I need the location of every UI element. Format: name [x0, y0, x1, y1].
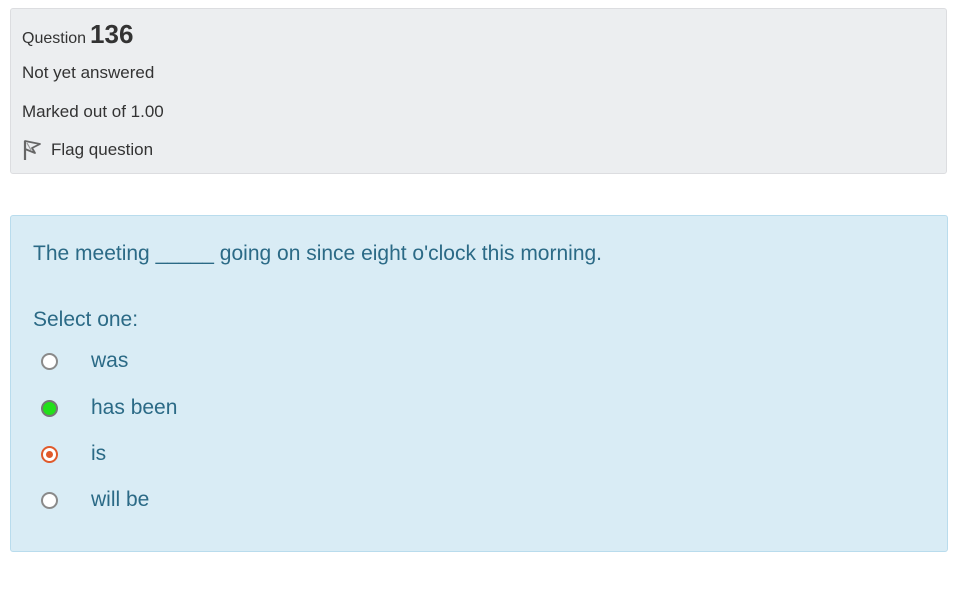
answer-label: has been — [91, 396, 178, 419]
answer-option-is[interactable]: is — [41, 440, 106, 468]
radio-dot — [46, 450, 53, 458]
answer-option-has-been[interactable]: has been — [41, 394, 177, 422]
question-info-panel: Question 136 Not yet answered Marked out … — [10, 8, 947, 174]
radio-button[interactable] — [41, 352, 58, 370]
answer-label: is — [91, 442, 107, 465]
answer-option-was[interactable]: was — [41, 347, 128, 375]
question-grade: Marked out of 1.00 — [22, 102, 164, 121]
flag-question-label: Flag question — [51, 140, 154, 159]
question-number-heading: Question 136 — [22, 19, 133, 54]
question-formulation: The meeting _____ going on since eight o… — [10, 215, 948, 552]
answer-label: will be — [91, 488, 150, 511]
flag-icon — [23, 140, 41, 160]
question-state: Not yet answered — [22, 63, 155, 82]
question-word: Question — [22, 30, 87, 47]
select-one-prompt: Select one: — [33, 308, 139, 331]
radio-button-correct[interactable] — [41, 399, 58, 417]
radio-button[interactable] — [41, 491, 58, 509]
question-text: The meeting _____ going on since eight o… — [33, 242, 603, 265]
question-number: 136 — [90, 19, 134, 49]
flag-question-link[interactable]: Flag question — [22, 139, 153, 161]
radio-button-selected[interactable] — [41, 445, 58, 463]
answer-option-will-be[interactable]: will be — [41, 486, 149, 514]
answer-label: was — [91, 349, 129, 372]
